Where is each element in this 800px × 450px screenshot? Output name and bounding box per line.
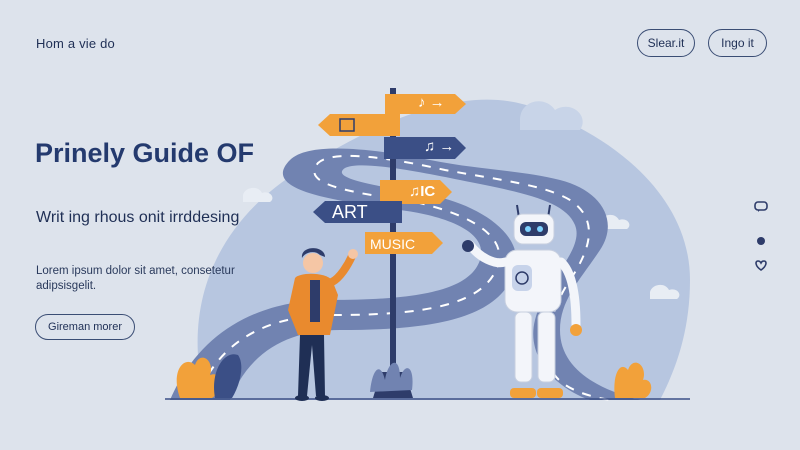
heart-icon[interactable] [752, 258, 770, 272]
cloud-shape [520, 101, 583, 130]
chat-icon[interactable] [752, 200, 770, 214]
login-button[interactable]: Ingo it [708, 29, 767, 57]
hero-description: Lorem ipsum dolor sit amet, consetetur a… [36, 265, 235, 292]
sign-art-label: ART [332, 202, 368, 222]
page-title: Prinely Guide OF [35, 138, 255, 168]
sign-mid-right-label: ♫ → [424, 138, 455, 155]
sign-music-label: MUSIC [370, 236, 416, 252]
brand-link[interactable]: Hom a vie do [36, 36, 115, 51]
search-button[interactable]: Slear.it [637, 29, 695, 57]
sign-music-icon-label: ♫IC [409, 183, 436, 200]
sign-top-right-label: ♪ → [418, 94, 445, 111]
cta-button[interactable]: Gireman morer [35, 314, 135, 340]
dot-icon[interactable] [752, 234, 770, 248]
page-subtitle: Writ ing rhous onit irrddesing [36, 209, 240, 226]
cloud-shape-left [243, 187, 273, 202]
sign-top-left [318, 114, 400, 136]
